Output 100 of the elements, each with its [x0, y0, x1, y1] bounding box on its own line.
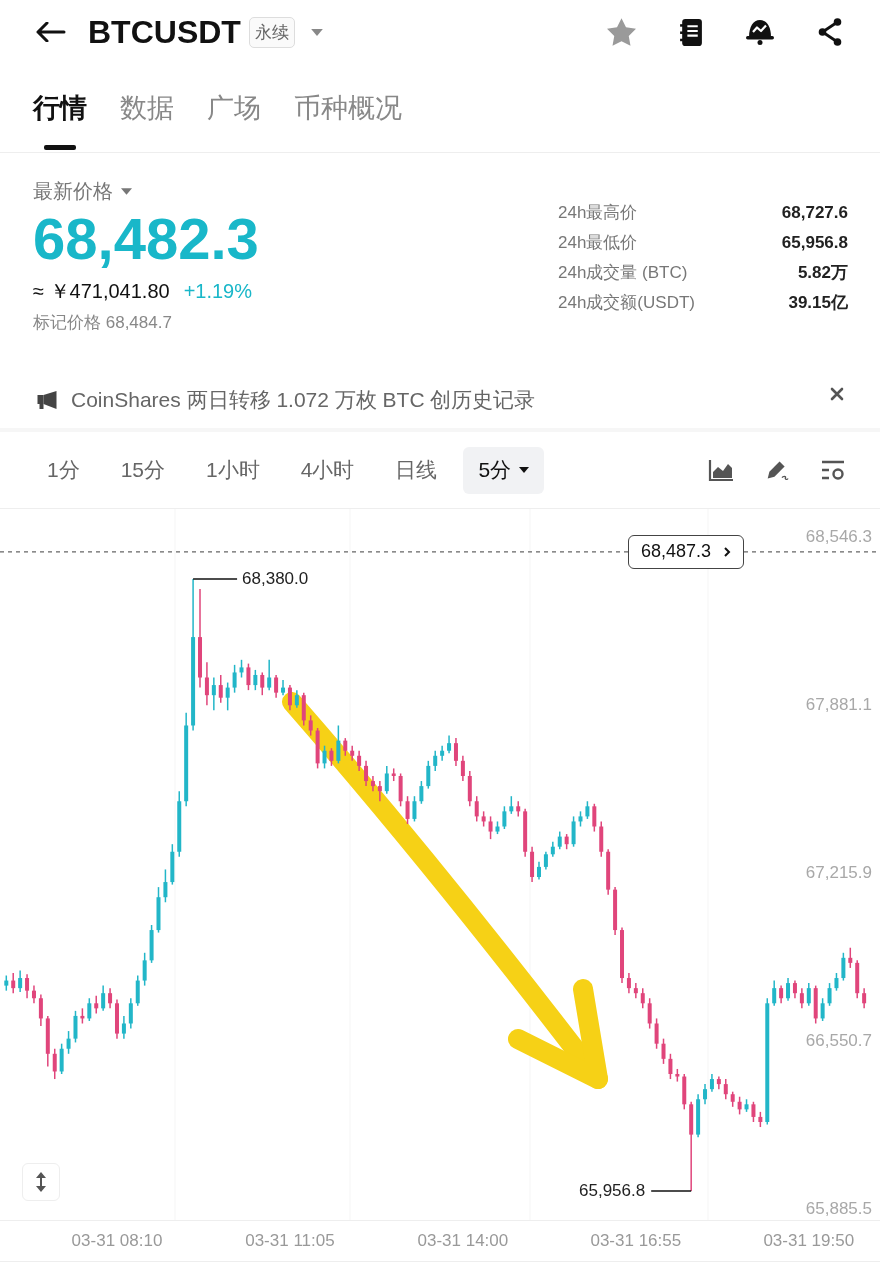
mark-price: 标记价格 68,484.7 — [33, 312, 173, 334]
falling-candle — [661, 1037, 666, 1065]
tab[interactable]: 币种概况 — [294, 64, 402, 152]
falling-candle — [675, 1068, 680, 1083]
falling-candle — [606, 848, 611, 896]
rising-candle — [4, 974, 9, 992]
x-axis-label: 03-31 19:50 — [762, 1230, 856, 1252]
chevron-right-icon[interactable] — [723, 545, 732, 558]
falling-candle — [682, 1073, 687, 1111]
tab[interactable]: 数据 — [120, 64, 174, 152]
rising-candle — [571, 815, 576, 848]
last-price-tag[interactable]: 68,487.3 — [628, 534, 745, 569]
falling-candle — [11, 972, 16, 994]
contract-badge: 永续 — [248, 16, 295, 48]
share-icon[interactable] — [818, 18, 842, 46]
low-price-label: 65,956.8 — [579, 1179, 646, 1202]
y-axis-label: 66,550.7 — [805, 1030, 872, 1052]
falling-candle — [779, 984, 784, 1005]
x-axis-label: 03-31 16:55 — [589, 1230, 683, 1252]
rising-candle — [87, 997, 92, 1022]
falling-candle — [115, 998, 119, 1040]
falling-candle — [813, 984, 818, 1025]
stat-label: 24h成交量 (BTC) — [558, 262, 689, 284]
rising-candle — [66, 1030, 71, 1055]
falling-candle — [516, 800, 521, 818]
rising-candle — [820, 997, 825, 1022]
rising-candle — [142, 952, 147, 987]
rising-candle — [495, 820, 500, 835]
falling-candle — [647, 997, 652, 1030]
rising-candle — [225, 681, 230, 712]
rising-candle — [440, 744, 445, 762]
falling-candle — [626, 972, 631, 994]
falling-candle — [329, 747, 334, 767]
interval-tab[interactable]: 4小时 — [285, 446, 370, 494]
caret-down-icon[interactable] — [519, 467, 530, 473]
rising-candle — [170, 843, 175, 886]
rising-candle — [585, 800, 590, 820]
falling-candle — [315, 727, 320, 770]
falling-candle — [45, 1015, 50, 1068]
rising-candle — [59, 1042, 64, 1075]
falling-candle — [855, 959, 860, 999]
falling-candle — [467, 770, 472, 808]
rising-candle — [267, 659, 272, 691]
rising-candle — [239, 659, 244, 679]
falling-candle — [405, 795, 410, 825]
area-chart-icon[interactable] — [708, 459, 734, 481]
falling-candle — [723, 1078, 728, 1100]
star-icon[interactable] — [607, 18, 636, 46]
falling-candle — [848, 947, 853, 969]
falling-candle — [218, 674, 223, 704]
rising-candle — [128, 997, 133, 1030]
interval-tab[interactable]: 1分 — [32, 446, 95, 494]
rising-candle — [101, 984, 106, 1012]
falling-candle — [260, 671, 265, 696]
tab[interactable]: 行情 — [33, 64, 87, 152]
rising-candle — [806, 982, 811, 1007]
rising-candle — [578, 810, 583, 828]
rising-candle — [426, 760, 431, 790]
notebook-icon[interactable] — [680, 18, 702, 46]
close-icon[interactable] — [830, 387, 844, 401]
falling-candle — [52, 1048, 57, 1080]
rising-candle — [232, 664, 237, 694]
falling-candle — [523, 808, 528, 858]
settings-icon[interactable] — [820, 459, 846, 481]
falling-candle — [204, 661, 209, 707]
rising-candle — [149, 924, 154, 964]
x-axis-label: 03-31 08:10 — [70, 1230, 164, 1252]
rising-candle — [336, 724, 341, 765]
falling-candle — [620, 926, 624, 984]
y-axis-label: 65,885.5 — [805, 1198, 872, 1220]
news-headline[interactable]: CoinShares 两日转移 1.072 万枚 BTC 创历史记录 — [71, 386, 536, 414]
stat-label: 24h成交额(USDT) — [558, 292, 696, 314]
rising-candle — [543, 851, 548, 871]
back-arrow-icon[interactable] — [36, 22, 66, 42]
rising-candle — [121, 1015, 126, 1040]
interval-tab[interactable]: 5分 — [463, 446, 545, 494]
rising-candle — [211, 676, 216, 712]
rising-candle — [384, 765, 389, 795]
rising-candle — [509, 795, 514, 815]
falling-candle — [751, 1101, 756, 1123]
rising-candle — [772, 979, 777, 1007]
stat-label: 24h最高价 — [558, 202, 639, 224]
interval-tab[interactable]: 1小时 — [191, 446, 275, 494]
bell-icon[interactable] — [746, 19, 774, 45]
scale-toggle-button[interactable] — [22, 1163, 60, 1201]
interval-tab[interactable]: 15分 — [105, 446, 181, 494]
rising-candle — [786, 977, 791, 1002]
rising-candle — [744, 1098, 749, 1113]
up-down-arrow-icon[interactable] — [35, 1172, 47, 1192]
falling-candle — [398, 772, 403, 808]
interval-tab[interactable]: 日线 — [380, 446, 453, 494]
x-axis-label: 03-31 14:00 — [416, 1230, 510, 1252]
rising-candle — [703, 1083, 707, 1106]
rising-candle — [135, 974, 140, 1007]
rising-candle — [557, 830, 562, 850]
rising-candle — [709, 1073, 714, 1093]
tab[interactable]: 广场 — [207, 64, 261, 152]
symbol-title[interactable]: BTCUSDT — [88, 13, 241, 51]
last-price: 68,482.3 — [33, 207, 259, 271]
falling-candle — [799, 987, 804, 1010]
